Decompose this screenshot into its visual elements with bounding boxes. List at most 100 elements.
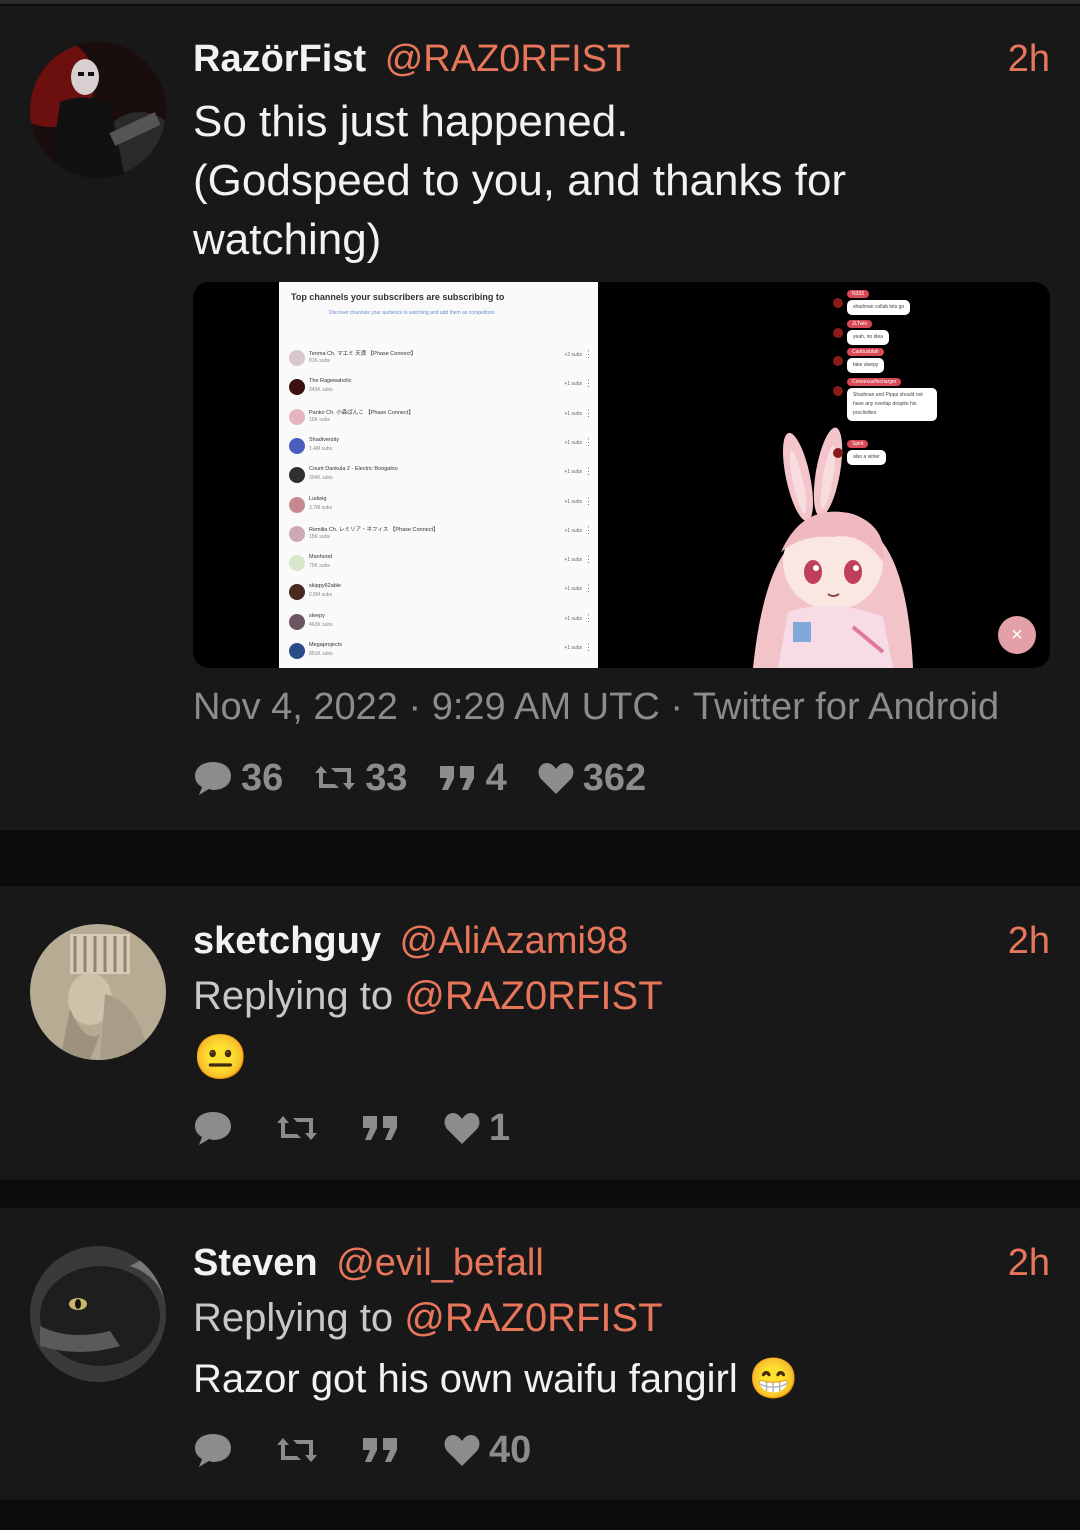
chat-avatar [833,386,843,396]
channel-name: Megaprojects [309,642,343,648]
channel-row: Ludwig 3.7M subs +1 subs ⋮ [279,493,598,521]
tweet-header: RazörFist @RAZ0RFIST [193,38,630,81]
channel-subs: 15K subs [309,416,330,423]
tweet-time[interactable]: 2h [1008,920,1050,963]
channel-name: The Ragewaholic [309,378,352,385]
avatar-razorfist[interactable] [30,42,166,178]
channel-row: Remilia Ch. レミリア・ネフィス 【Phase Connect】 15K… [279,522,598,550]
chat-message: shadman collab lets go [847,300,911,315]
tweet-main[interactable]: RazörFist @RAZ0RFIST 2h So this just hap… [0,6,1080,830]
display-name[interactable]: Steven [193,1242,318,1284]
tweet-stats: 36 33 4 362 [193,756,676,800]
like-button[interactable]: 362 [537,757,646,800]
channel-avatar [289,525,305,542]
replying-to-handle[interactable]: @RAZ0RFIST [404,1296,662,1340]
channel-sub-change: +1 subs [564,586,582,593]
user-handle[interactable]: @evil_befall [336,1242,544,1284]
channel-subs: 81K subs [309,358,330,364]
quote-icon [363,1438,397,1462]
more-options-icon: ⋮ [584,378,593,389]
channel-name: Manhood [309,554,332,561]
chat-username: N333 [847,290,869,298]
retweet-button[interactable] [275,1112,327,1144]
live-chat-overlay: N333 shadman collab lets go JLTwin yeah, no… [833,290,1033,520]
channel-subs: 463K subs [309,621,333,628]
like-count: 1 [489,1106,511,1149]
tweet-text-line: So this just happened. [193,97,629,146]
channel-name: Count Dankula 2 · Electric Boogaloo [309,466,398,473]
chat-message: yeah, no idea [847,330,890,345]
chat-avatar [833,448,843,458]
more-options-icon: ⋮ [584,642,593,652]
quote-icon [363,1116,397,1140]
reply-icon [195,1112,231,1145]
reply-button[interactable] [193,1109,241,1147]
user-handle[interactable]: @AliAzami98 [400,920,629,962]
reply-button[interactable] [193,1431,241,1469]
retweet-button[interactable] [275,1434,327,1466]
retweet-button[interactable]: 33 [313,757,408,800]
chat-message: Shadman and Pippa should not have any ov… [847,388,937,421]
chat-avatar [833,298,843,308]
quote-button[interactable] [361,1112,409,1144]
more-options-icon: ⋮ [584,583,593,594]
tweet-time[interactable]: 2h [1008,38,1050,81]
user-handle[interactable]: @RAZ0RFIST [385,38,630,80]
avatar-steven[interactable] [30,1246,166,1382]
tweet-reply[interactable]: Steven @evil_befall 2h Replying to @RAZ0… [0,1208,1080,1500]
channel-sub-change: +1 subs [564,615,582,622]
panel-title: Top channels your subscribers are subscr… [291,292,505,302]
channel-name: Remilia Ch. レミリア・ネフィス 【Phase Connect】 [309,526,439,533]
close-icon[interactable]: × [998,616,1036,654]
more-options-icon: ⋮ [584,466,593,477]
channel-avatar [289,379,305,396]
channel-sub-change: +1 subs [564,410,582,417]
more-options-icon: ⋮ [584,436,593,447]
channel-name: skippy62able [309,583,342,590]
channel-avatar [289,437,305,454]
channel-avatar [289,496,305,513]
channel-row: The Ragewaholic 343K subs +1 subs ⋮ [279,375,598,403]
channel-name: Tenma Ch. マエミ 天満 【Phase Connect】 [309,351,417,357]
channel-avatar [289,467,305,484]
chat-username: JLTwin [847,320,873,328]
display-name[interactable]: sketchguy [193,920,381,962]
more-options-icon: ⋮ [584,524,593,535]
channel-name: Panko Ch. 小森ぱんこ 【Phase Connect】 [309,409,414,416]
like-button[interactable]: 1 [443,1107,510,1150]
tweet-reply[interactable]: sketchguy @AliAzami98 2h Replying to @RA… [0,886,1080,1180]
retweet-icon [315,766,356,790]
channel-avatar [289,408,305,425]
more-options-icon: ⋮ [584,554,593,565]
channel-sub-change: +1 subs [564,498,582,505]
tweet-time[interactable]: 2h [1008,1242,1050,1285]
chat-username: Spirit [847,440,869,448]
tweet-stats: 40 [193,1428,561,1472]
channel-subs: 2.8M subs [309,592,333,599]
subscriber-channels-panel: Top channels your subscribers are subscr… [279,282,598,668]
quote-button[interactable] [361,1434,409,1466]
tweet-date-source[interactable]: Nov 4, 2022 · 9:29 AM UTC · Twitter for … [193,686,999,729]
chat-avatar [833,328,843,338]
channel-sub-change: +1 subs [564,439,582,446]
reply-button[interactable]: 36 [193,757,283,800]
quote-button[interactable]: 4 [438,757,507,800]
like-button[interactable]: 40 [443,1429,531,1472]
display-name[interactable]: RazörFist [193,38,366,80]
reply-icon [195,762,231,795]
channel-sub-change: +1 subs [564,527,582,534]
tweet-media-image[interactable]: Top channels your subscribers are subscr… [193,282,1050,668]
channel-subs: 304K subs [309,475,333,482]
avatar-sketchguy[interactable] [30,924,166,1060]
channel-sub-change: +1 subs [564,557,582,564]
replying-to-handle[interactable]: @RAZ0RFIST [404,974,662,1018]
channel-row: Count Dankula 2 · Electric Boogaloo 304K … [279,463,598,491]
tweet-text-line: watching) [193,215,382,264]
channel-name: Ludwig [309,495,327,502]
chat-message: also a writer [847,450,886,465]
channel-subs: 343K subs [309,387,333,394]
tweet-text-line: (Godspeed to you, and thanks for [193,156,847,205]
heart-icon [444,1435,480,1466]
channel-subs: 1.4M subs [309,445,333,452]
reply-icon [195,1434,231,1467]
